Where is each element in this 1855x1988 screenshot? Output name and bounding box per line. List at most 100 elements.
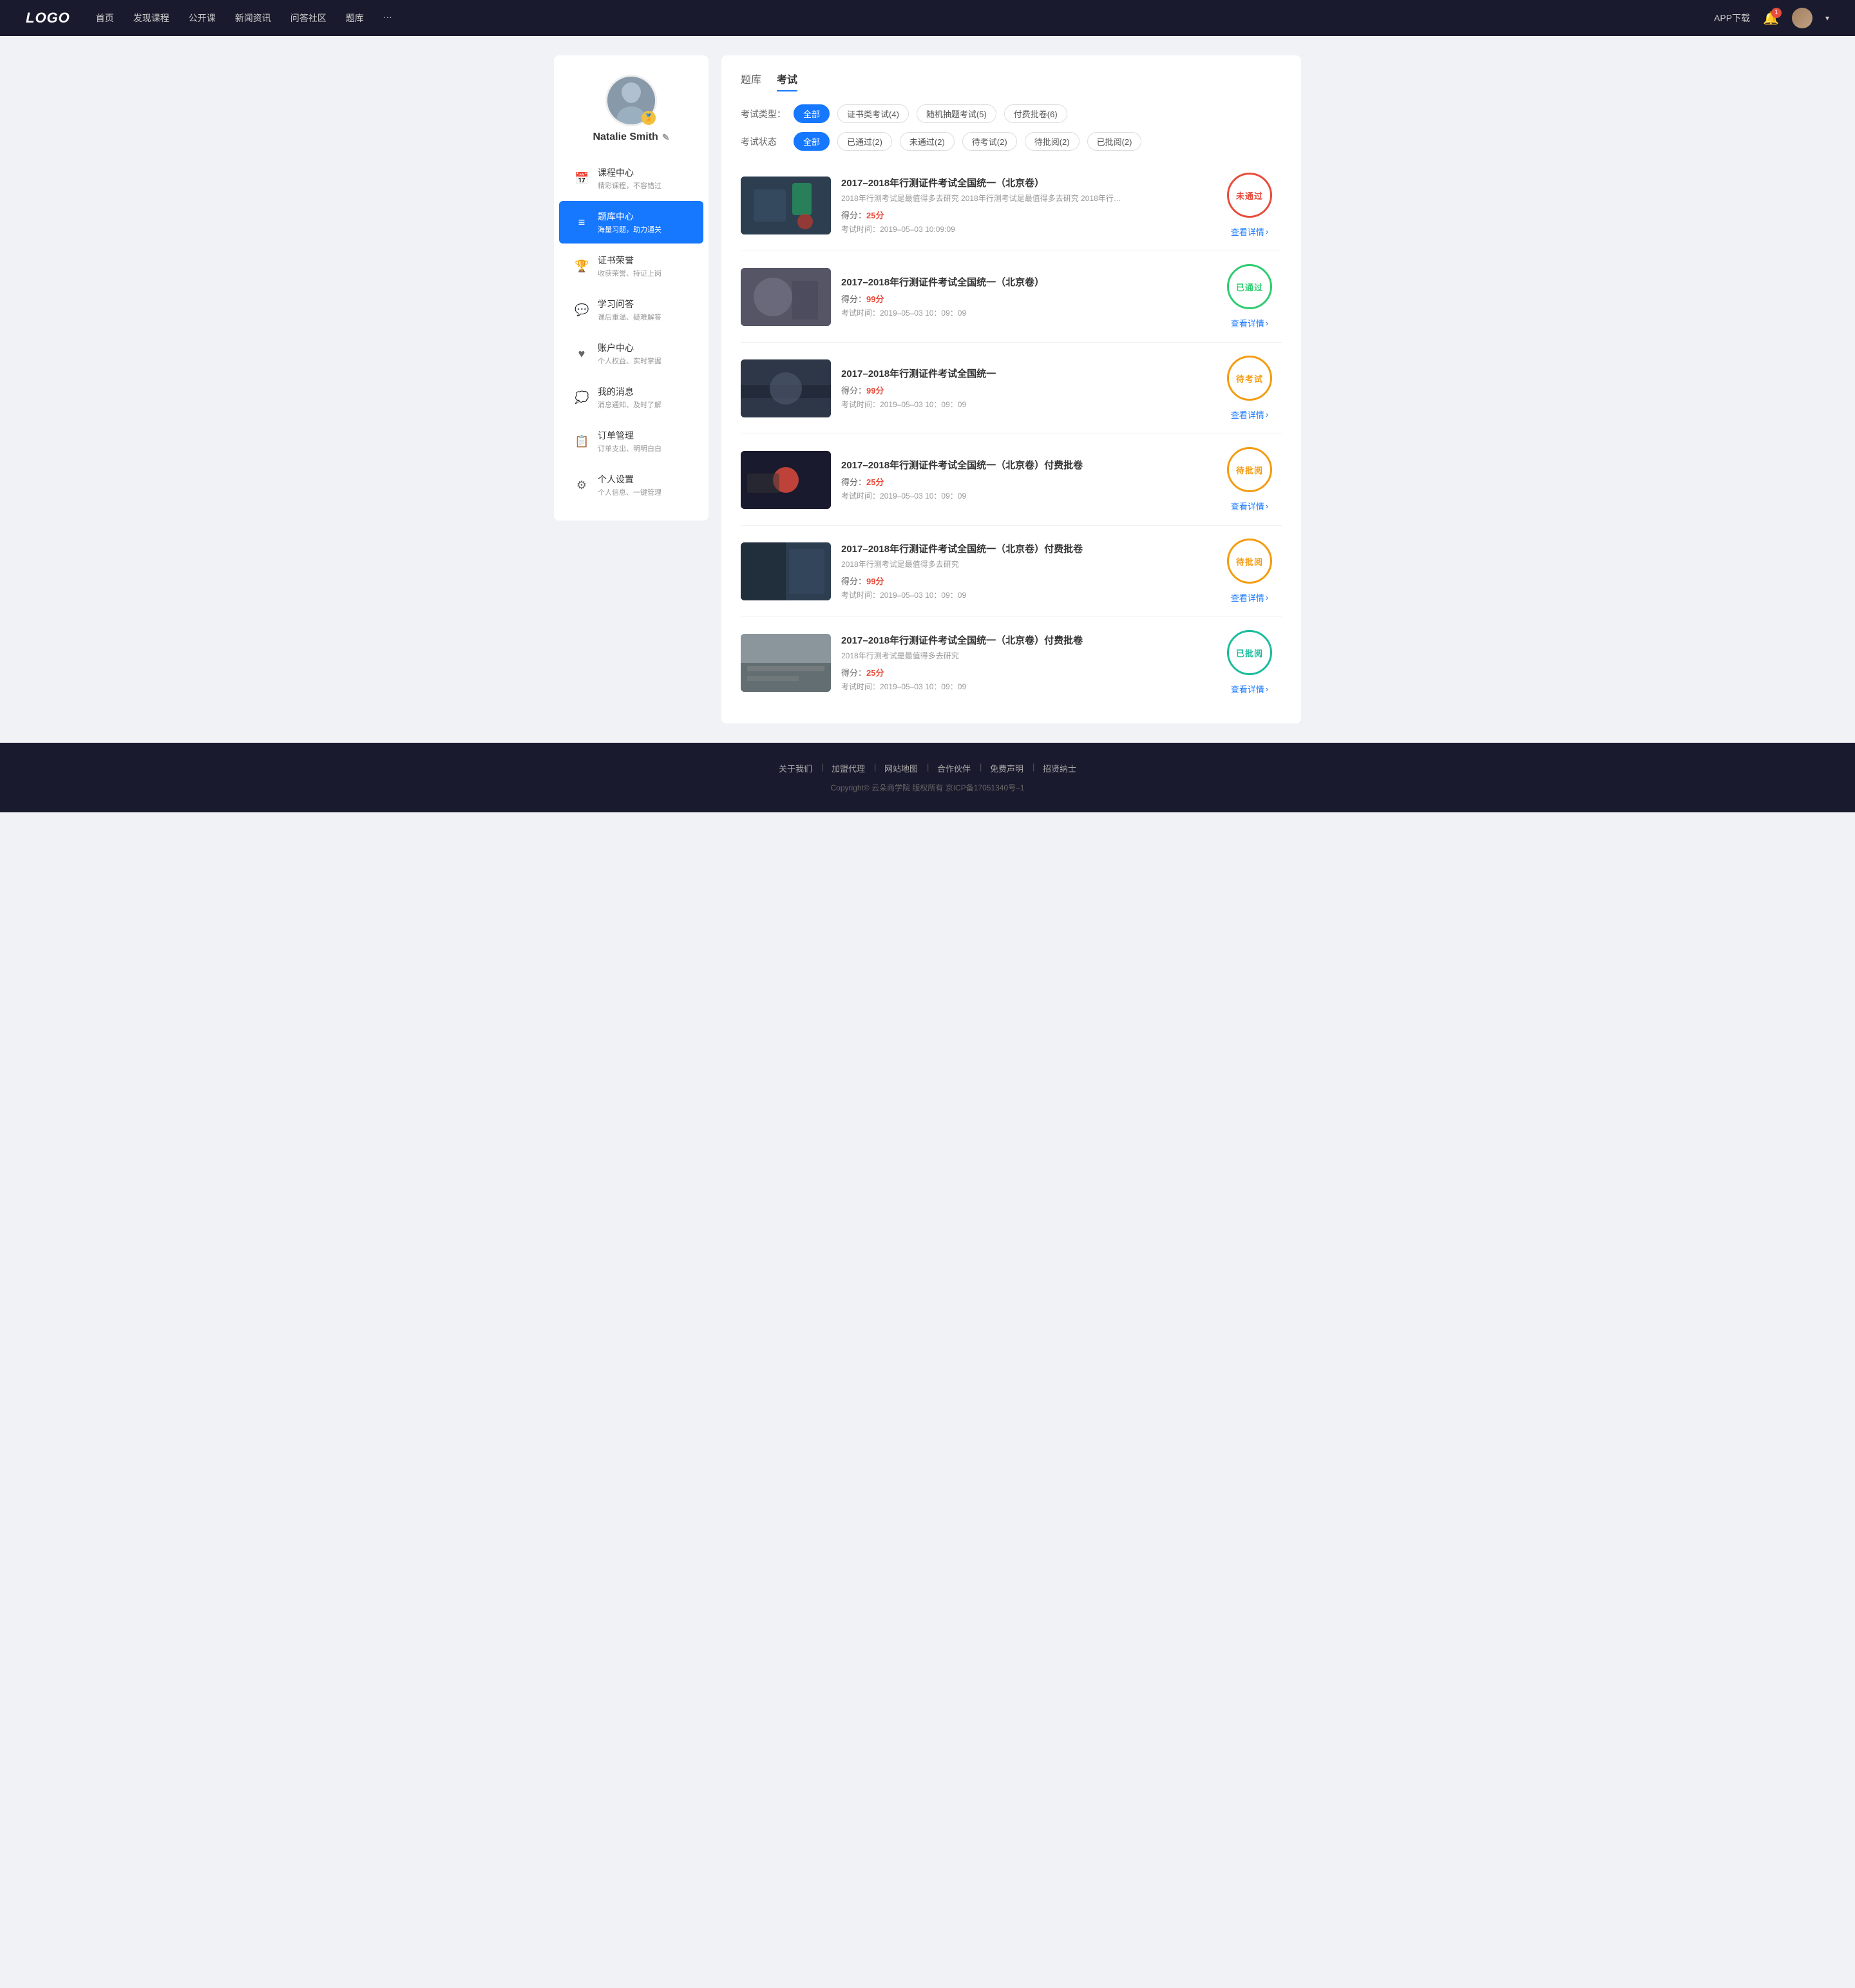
exam-action-6: 已批阅 查看详情 › [1217,630,1282,695]
exam-score-2: 得分：99分 [841,292,1207,305]
status-filter-pending[interactable]: 待考试(2) [962,132,1017,151]
table-row: 2017–2018年行测证件考试全国统一（北京卷）付费批卷 2018年行测考试是… [741,526,1282,617]
sidebar-item-account[interactable]: ♥ 账户中心 个人权益、实时掌握 [559,332,703,375]
nav-links: 首页 发现课程 公开课 新闻资讯 问答社区 题库 ··· [96,12,1714,24]
nav-more[interactable]: ··· [383,12,392,24]
footer-link-jobs[interactable]: 招贤纳士 [1043,762,1076,774]
sidebar-item-orders[interactable]: 📋 订单管理 订单支出、明明白白 [559,420,703,463]
sidebar-menu: 📅 课程中心 精彩课程，不容错过 ≡ 题库中心 海量习题，助力通关 🏆 证书荣誉… [554,156,709,508]
exam-action-2: 已通过 查看详情 › [1217,264,1282,329]
view-detail-5[interactable]: 查看详情 › [1231,591,1268,604]
nav-news[interactable]: 新闻资讯 [235,12,271,24]
messages-icon: 💭 [575,391,589,405]
status-filter-failed[interactable]: 未通过(2) [900,132,955,151]
tab-exam[interactable]: 考试 [777,71,797,91]
exam-info-6: 2017–2018年行测证件考试全国统一（北京卷）付费批卷 2018年行测考试是… [841,633,1207,693]
question-bank-title: 题库中心 [598,210,661,223]
app-download[interactable]: APP下载 [1714,12,1750,24]
footer-link-franchise[interactable]: 加盟代理 [832,762,865,774]
exam-time-3: 考试时间：2019–05–03 10：09：09 [841,399,1207,410]
sidebar-item-course-center[interactable]: 📅 课程中心 精彩课程，不容错过 [559,157,703,200]
status-filter-reviewed[interactable]: 已批阅(2) [1087,132,1142,151]
exam-thumb-5 [741,542,831,600]
caret-icon[interactable]: ▾ [1825,14,1829,23]
view-detail-4[interactable]: 查看详情 › [1231,500,1268,512]
type-filter-random[interactable]: 随机抽题考试(5) [917,104,996,123]
exam-score-1: 得分：25分 [841,209,1207,221]
sidebar-item-certificate[interactable]: 🏆 证书荣誉 收获荣誉、持证上岗 [559,245,703,287]
sidebar-item-question-bank[interactable]: ≡ 题库中心 海量习题，助力通关 [559,201,703,244]
nav-discover[interactable]: 发现课程 [133,12,169,24]
nav-home[interactable]: 首页 [96,12,114,24]
exam-score-3: 得分：99分 [841,384,1207,396]
exam-thumb-4 [741,451,831,509]
bell-badge: 1 [1771,8,1782,18]
exam-title-2: 2017–2018年行测证件考试全国统一（北京卷） [841,275,1207,289]
orders-title: 订单管理 [598,429,661,442]
account-icon: ♥ [575,347,589,361]
avatar-image [1792,8,1812,28]
footer-link-disclaimer[interactable]: 免费声明 [990,762,1023,774]
footer-link-partners[interactable]: 合作伙伴 [937,762,971,774]
sidebar-item-settings[interactable]: ⚙ 个人设置 个人信息、一键管理 [559,464,703,506]
view-detail-2[interactable]: 查看详情 › [1231,317,1268,329]
exam-score-4: 得分：25分 [841,475,1207,488]
sidebar-avatar-wrap: 🏅 [605,75,657,126]
course-center-subtitle: 精彩课程，不容错过 [598,180,661,191]
footer-link-sitemap[interactable]: 网站地图 [884,762,918,774]
exam-stamp-2: 已通过 [1227,264,1272,309]
table-row: 2017–2018年行测证件考试全国统一（北京卷） 得分：99分 考试时间：20… [741,251,1282,343]
avatar[interactable] [1792,8,1812,28]
sidebar: 🏅 Natalie Smith ✎ 📅 课程中心 精彩课程，不容错过 ≡ 题库中… [554,55,709,521]
exam-score-6: 得分：25分 [841,666,1207,678]
exam-stamp-5: 待批阅 [1227,539,1272,584]
status-filter-passed[interactable]: 已通过(2) [837,132,892,151]
orders-subtitle: 订单支出、明明白白 [598,443,661,454]
type-filter-cert[interactable]: 证书类考试(4) [837,104,909,123]
view-detail-6[interactable]: 查看详情 › [1231,683,1268,695]
account-title: 账户中心 [598,341,661,354]
exam-list: 2017–2018年行测证件考试全国统一（北京卷） 2018年行测考试是最值得多… [741,160,1282,708]
main-wrapper: 🏅 Natalie Smith ✎ 📅 课程中心 精彩课程，不容错过 ≡ 题库中… [541,36,1314,743]
navbar: LOGO 首页 发现课程 公开课 新闻资讯 问答社区 题库 ··· APP下载 … [0,0,1855,36]
table-row: 2017–2018年行测证件考试全国统一（北京卷）付费批卷 2018年行测考试是… [741,617,1282,708]
exam-time-4: 考试时间：2019–05–03 10：09：09 [841,490,1207,501]
exam-stamp-6: 已批阅 [1227,630,1272,675]
exam-time-1: 考试时间：2019–05–03 10:09:09 [841,224,1207,234]
table-row: 2017–2018年行测证件考试全国统一 得分：99分 考试时间：2019–05… [741,343,1282,434]
nav-opencourse[interactable]: 公开课 [189,12,216,24]
status-filter-await-review[interactable]: 待批阅(2) [1025,132,1080,151]
exam-score-5: 得分：99分 [841,575,1207,587]
badge-icon: 🏅 [642,111,656,125]
type-filter-all[interactable]: 全部 [794,104,830,123]
status-filter-all[interactable]: 全部 [794,132,830,151]
exam-action-4: 待批阅 查看详情 › [1217,447,1282,512]
tab-question-bank[interactable]: 题库 [741,71,761,91]
footer-copyright: Copyright© 云朵商学院 版权所有 京ICP备17051340号–1 [26,782,1829,793]
sidebar-item-messages[interactable]: 💭 我的消息 消息通知、及时了解 [559,376,703,419]
sidebar-item-qa[interactable]: 💬 学习问答 课后重温、疑难解答 [559,289,703,331]
footer-link-about[interactable]: 关于我们 [779,762,812,774]
settings-subtitle: 个人信息、一键管理 [598,487,661,497]
view-detail-1[interactable]: 查看详情 › [1231,225,1268,238]
bell-button[interactable]: 🔔 1 [1763,10,1779,26]
status-filter-row: 考试状态 全部 已通过(2) 未通过(2) 待考试(2) 待批阅(2) 已批阅(… [741,132,1282,151]
exam-desc-6: 2018年行测考试是最值得多去研究 [841,651,1207,662]
course-center-title: 课程中心 [598,166,661,179]
view-detail-3[interactable]: 查看详情 › [1231,408,1268,421]
table-row: 2017–2018年行测证件考试全国统一（北京卷）付费批卷 得分：25分 考试时… [741,434,1282,526]
exam-action-5: 待批阅 查看详情 › [1217,539,1282,604]
edit-icon[interactable]: ✎ [662,132,670,143]
exam-thumb-1 [741,177,831,234]
certificate-title: 证书荣誉 [598,254,661,267]
nav-qa[interactable]: 问答社区 [290,12,327,24]
nav-questions[interactable]: 题库 [346,12,364,24]
status-filter-label: 考试状态 [741,135,786,148]
settings-title: 个人设置 [598,473,661,486]
type-filter-paid[interactable]: 付费批卷(6) [1004,104,1067,123]
exam-desc-5: 2018年行测考试是最值得多去研究 [841,559,1207,570]
content-area: 题库 考试 考试类型： 全部 证书类考试(4) 随机抽题考试(5) 付费批卷(6… [721,55,1301,723]
exam-stamp-1: 未通过 [1227,173,1272,218]
logo[interactable]: LOGO [26,10,70,26]
account-subtitle: 个人权益、实时掌握 [598,356,661,366]
